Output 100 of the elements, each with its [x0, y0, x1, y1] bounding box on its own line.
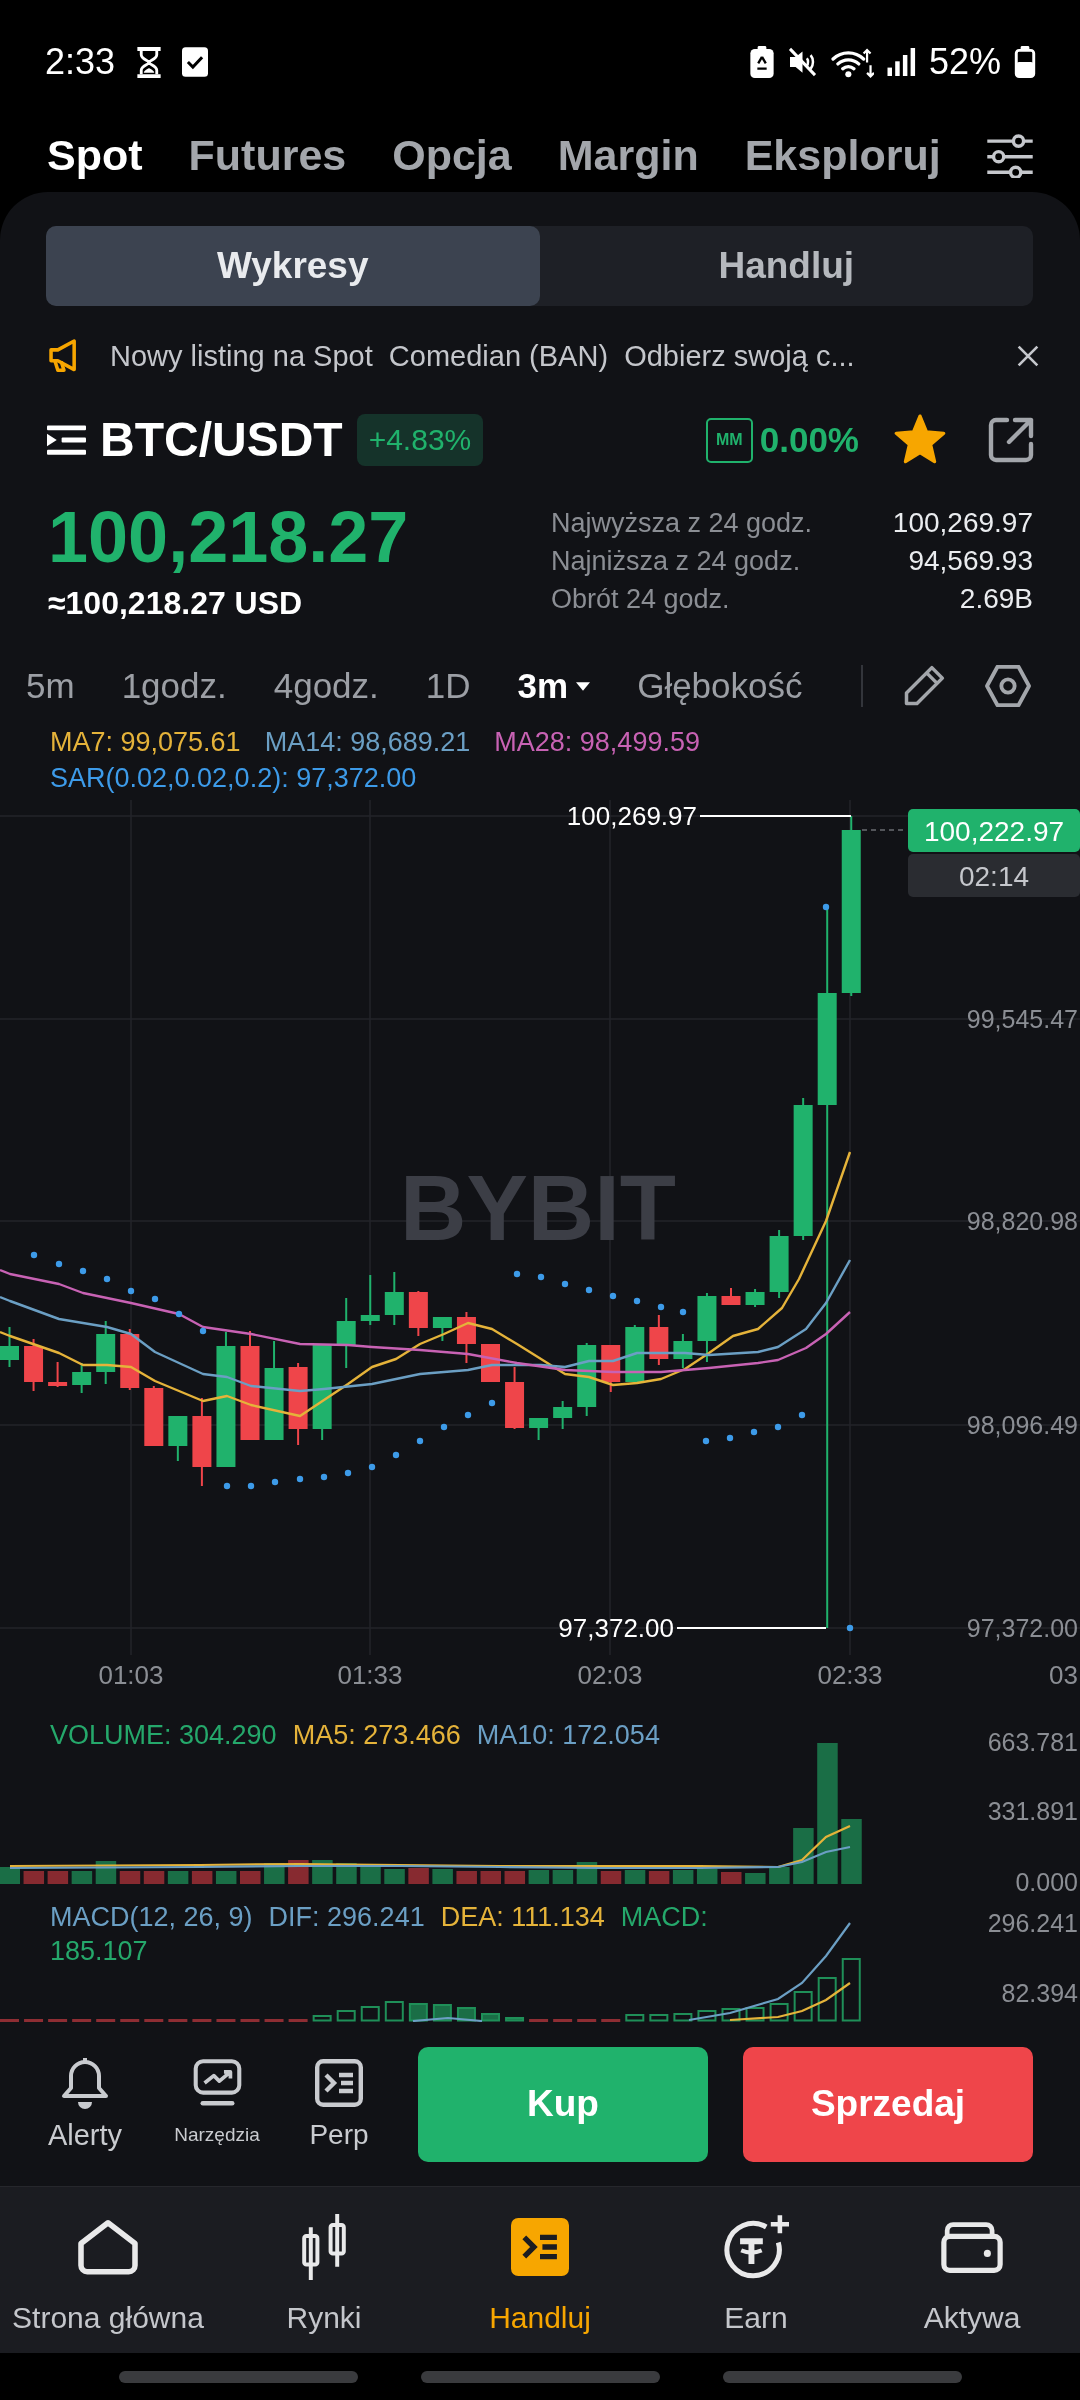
volume-bar	[648, 1871, 670, 1884]
sar-dot	[726, 1434, 734, 1442]
timeframe-tab[interactable]: 3m	[517, 665, 591, 707]
timeframe-tab[interactable]: Głębokość	[637, 665, 803, 707]
battery-percent: 52%	[928, 44, 1001, 80]
candle	[384, 1271, 404, 1326]
volume-bar	[841, 1819, 862, 1884]
sar-dot	[679, 1308, 687, 1316]
timeframe-tab[interactable]: 4godz.	[273, 665, 379, 707]
indicator-label: MA5: 273.466	[292, 1719, 461, 1752]
indicator-label: DIF: 296.241	[268, 1901, 425, 1934]
sell-button[interactable]: Sprzedaj	[743, 2046, 1033, 2162]
sar-dot	[271, 1478, 279, 1486]
sar-dot	[488, 1399, 496, 1407]
candle	[456, 1311, 476, 1364]
sar-dot	[846, 1624, 854, 1632]
nav-tab[interactable]: Earn	[648, 2187, 864, 2353]
price-axis-label: 99,545.47	[966, 1005, 1078, 1033]
view-tab[interactable]: Wykresy	[46, 226, 540, 306]
close-icon[interactable]	[1017, 345, 1039, 367]
nav-tab[interactable]: Handluj	[432, 2187, 648, 2353]
tool-button[interactable]: Perp	[299, 2056, 379, 2152]
volume-bar	[480, 1871, 501, 1884]
low-price-label: 97,372.00	[558, 1613, 674, 1643]
star-icon[interactable]	[893, 414, 947, 466]
macd-bar	[0, 2019, 19, 2022]
macd-bar	[529, 2019, 549, 2022]
volume-axis-label: 331.891	[987, 1797, 1078, 1825]
macd-bar	[673, 2013, 693, 2022]
macd-bar	[192, 2019, 212, 2022]
macd-bar	[601, 2019, 621, 2022]
volume-bar	[769, 1867, 790, 1884]
top-tab[interactable]: Eksploruj	[744, 132, 941, 180]
announcement-text[interactable]: Nowy listing na Spot Comedian (BAN) Odbierz swoją c...	[110, 338, 991, 374]
status-time: 2:33	[45, 44, 116, 80]
last-price: 100,218.27	[48, 501, 409, 573]
pencil-icon[interactable]	[903, 665, 945, 707]
macd-bar	[793, 1991, 813, 2022]
sar-dot	[223, 1482, 231, 1490]
macd-bar	[649, 2014, 669, 2022]
sliders-icon[interactable]	[986, 134, 1033, 178]
candle	[745, 1288, 765, 1308]
settings-icon[interactable]	[985, 665, 1031, 707]
stat-value: 94,569.93	[908, 545, 1033, 577]
top-tab[interactable]: Margin	[557, 132, 699, 180]
volume-bar	[23, 1871, 45, 1884]
tool-button[interactable]: Alerty	[35, 2056, 135, 2152]
menu-icon[interactable]	[47, 425, 86, 455]
volume-bar	[793, 1828, 814, 1884]
indicator-label: VOLUME: 304.290	[50, 1719, 277, 1752]
sar-dot	[368, 1463, 376, 1471]
volume-bar	[696, 1869, 718, 1884]
stat-label: Najniższa z 24 godz.	[551, 545, 801, 577]
nav-tab[interactable]: Aktywa	[864, 2187, 1080, 2353]
time-axis-label: 02:03	[577, 1660, 643, 1690]
timeframe-tab[interactable]: 5m	[26, 665, 75, 707]
sar-dot	[55, 1260, 63, 1268]
macd-bar	[745, 2007, 765, 2022]
tool-button[interactable]: Narzędzia	[157, 2056, 277, 2152]
external-link-icon[interactable]	[987, 416, 1035, 464]
macd-bar	[48, 2019, 68, 2022]
candlestick-icon	[302, 2214, 346, 2280]
price-axis-label: 98,096.49	[966, 1411, 1078, 1439]
volume-bar	[167, 1871, 189, 1884]
time-axis-label: 01:03	[98, 1660, 164, 1690]
macd-axis-label: 296.241	[987, 1909, 1078, 1937]
sar-dot	[127, 1287, 135, 1295]
macd-bar	[577, 2019, 597, 2022]
volume-bar	[71, 1871, 93, 1884]
home-icon	[78, 2219, 138, 2275]
top-tab[interactable]: Opcja	[392, 132, 512, 180]
sar-dot	[416, 1437, 424, 1445]
timeframe-tab[interactable]: 1D	[425, 665, 471, 707]
volume-bar	[552, 1870, 574, 1884]
nav-tab[interactable]: Rynki	[216, 2187, 432, 2353]
wifi-icon	[830, 46, 874, 78]
top-tab[interactable]: Spot	[47, 132, 143, 180]
sar-dot	[199, 1327, 207, 1335]
stat-value: 100,269.97	[892, 507, 1033, 539]
top-tab[interactable]: Futures	[188, 132, 347, 180]
timeframe-tab[interactable]: 1godz.	[121, 665, 227, 707]
terminal-icon	[511, 2218, 569, 2276]
pair-symbol[interactable]: BTC/USDT	[100, 413, 343, 467]
sar-dot	[750, 1428, 758, 1436]
view-tab[interactable]: Handluj	[539, 226, 1033, 306]
battery-icon	[1014, 46, 1036, 78]
sar-dot	[79, 1267, 87, 1275]
candle	[168, 1415, 188, 1462]
macd-bar	[697, 2010, 717, 2022]
indicator-label: SAR(0.02,0.02,0.2): 97,372.00	[50, 762, 417, 795]
macd-bar	[216, 2019, 236, 2022]
terminal-icon	[315, 2059, 363, 2107]
nav-tab[interactable]: Strona główna	[0, 2187, 216, 2353]
volume-bar	[215, 1871, 237, 1884]
stat-label: Najwyższa z 24 godz.	[551, 507, 813, 539]
sar-dot	[296, 1475, 304, 1483]
candle	[505, 1366, 525, 1430]
sar-dot	[657, 1303, 665, 1311]
volume-bar	[504, 1871, 526, 1884]
last-price-tag: 100,222.97	[908, 809, 1080, 852]
